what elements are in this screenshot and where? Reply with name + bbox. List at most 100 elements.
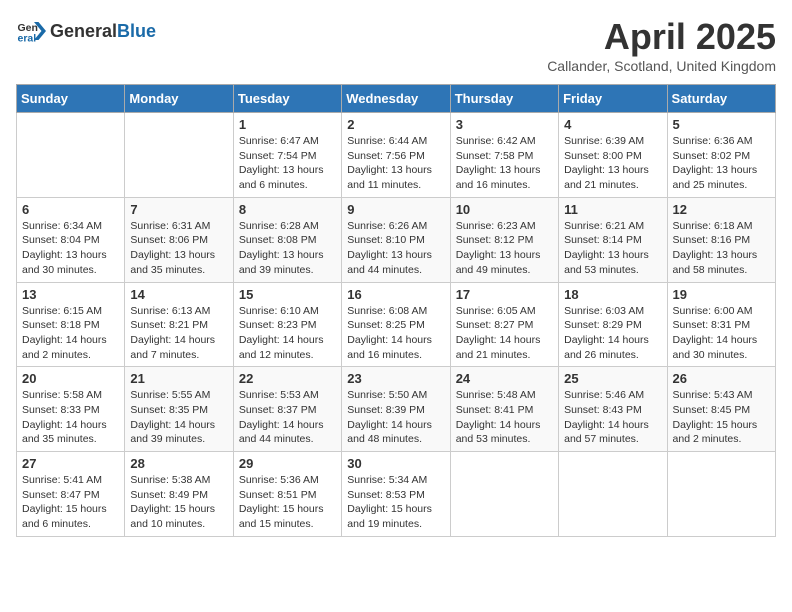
calendar-cell <box>17 113 125 198</box>
day-number: 14 <box>130 287 227 302</box>
day-number: 9 <box>347 202 444 217</box>
calendar-cell: 7 Sunrise: 6:31 AM Sunset: 8:06 PM Daylig… <box>125 197 233 282</box>
calendar-cell: 1Sunrise: 6:47 AM Sunset: 7:54 PM Daylig… <box>233 113 341 198</box>
calendar-row: 20Sunrise: 5:58 AM Sunset: 8:33 PM Dayli… <box>17 367 776 452</box>
day-info: Sunrise: 5:41 AM Sunset: 8:47 PM Dayligh… <box>22 473 119 532</box>
day-info: Sunrise: 6:36 AM Sunset: 8:02 PM Dayligh… <box>673 134 770 193</box>
day-number: 17 <box>456 287 553 302</box>
day-info: Sunrise: 6:21 AM Sunset: 8:14 PM Dayligh… <box>564 219 661 278</box>
calendar-cell: 24 Sunrise: 5:48 AM Sunset: 8:41 PM Dayli… <box>450 367 558 452</box>
location-subtitle: Callander, Scotland, United Kingdom <box>547 58 776 74</box>
day-info: Sunrise: 5:48 AM Sunset: 8:41 PM Dayligh… <box>456 388 553 447</box>
calendar-cell: 20Sunrise: 5:58 AM Sunset: 8:33 PM Dayli… <box>17 367 125 452</box>
calendar-cell: 21 Sunrise: 5:55 AM Sunset: 8:35 PM Dayli… <box>125 367 233 452</box>
day-info: Sunrise: 6:18 AM Sunset: 8:16 PM Dayligh… <box>673 219 770 278</box>
calendar-cell: 29 Sunrise: 5:36 AM Sunset: 8:51 PM Dayli… <box>233 452 341 537</box>
weekday-header-cell: Thursday <box>450 85 558 113</box>
logo-icon: Gen eral <box>16 16 46 46</box>
day-number: 25 <box>564 371 661 386</box>
day-number: 15 <box>239 287 336 302</box>
day-info: Sunrise: 6:03 AM Sunset: 8:29 PM Dayligh… <box>564 304 661 363</box>
calendar-cell: 19Sunrise: 6:00 AM Sunset: 8:31 PM Dayli… <box>667 282 775 367</box>
calendar-cell <box>450 452 558 537</box>
weekday-header-cell: Wednesday <box>342 85 450 113</box>
weekday-header-row: SundayMondayTuesdayWednesdayThursdayFrid… <box>17 85 776 113</box>
day-number: 20 <box>22 371 119 386</box>
weekday-header-cell: Tuesday <box>233 85 341 113</box>
calendar-cell: 9 Sunrise: 6:26 AM Sunset: 8:10 PM Daylig… <box>342 197 450 282</box>
calendar: SundayMondayTuesdayWednesdayThursdayFrid… <box>16 84 776 537</box>
calendar-cell: 2Sunrise: 6:44 AM Sunset: 7:56 PM Daylig… <box>342 113 450 198</box>
calendar-cell: 30Sunrise: 5:34 AM Sunset: 8:53 PM Dayli… <box>342 452 450 537</box>
day-number: 23 <box>347 371 444 386</box>
calendar-cell: 26 Sunrise: 5:43 AM Sunset: 8:45 PM Dayli… <box>667 367 775 452</box>
day-info: Sunrise: 6:10 AM Sunset: 8:23 PM Dayligh… <box>239 304 336 363</box>
day-number: 3 <box>456 117 553 132</box>
day-number: 7 <box>130 202 227 217</box>
day-info: Sunrise: 6:28 AM Sunset: 8:08 PM Dayligh… <box>239 219 336 278</box>
day-number: 19 <box>673 287 770 302</box>
calendar-cell <box>559 452 667 537</box>
day-info: Sunrise: 5:46 AM Sunset: 8:43 PM Dayligh… <box>564 388 661 447</box>
logo-text-blue: Blue <box>117 21 156 41</box>
day-info: Sunrise: 6:15 AM Sunset: 8:18 PM Dayligh… <box>22 304 119 363</box>
calendar-cell: 6 Sunrise: 6:34 AM Sunset: 8:04 PM Daylig… <box>17 197 125 282</box>
weekday-header-cell: Saturday <box>667 85 775 113</box>
day-info: Sunrise: 6:34 AM Sunset: 8:04 PM Dayligh… <box>22 219 119 278</box>
day-number: 27 <box>22 456 119 471</box>
calendar-cell: 15 Sunrise: 6:10 AM Sunset: 8:23 PM Dayli… <box>233 282 341 367</box>
calendar-cell: 4Sunrise: 6:39 AM Sunset: 8:00 PM Daylig… <box>559 113 667 198</box>
calendar-cell: 27 Sunrise: 5:41 AM Sunset: 8:47 PM Dayli… <box>17 452 125 537</box>
day-info: Sunrise: 6:31 AM Sunset: 8:06 PM Dayligh… <box>130 219 227 278</box>
day-info: Sunrise: 5:43 AM Sunset: 8:45 PM Dayligh… <box>673 388 770 447</box>
weekday-header-cell: Friday <box>559 85 667 113</box>
calendar-cell: 28 Sunrise: 5:38 AM Sunset: 8:49 PM Dayli… <box>125 452 233 537</box>
header: Gen eral GeneralBlue April 2025 Callande… <box>16 16 776 74</box>
calendar-row: 27 Sunrise: 5:41 AM Sunset: 8:47 PM Dayli… <box>17 452 776 537</box>
calendar-cell: 11 Sunrise: 6:21 AM Sunset: 8:14 PM Dayli… <box>559 197 667 282</box>
day-info: Sunrise: 5:36 AM Sunset: 8:51 PM Dayligh… <box>239 473 336 532</box>
calendar-cell: 22 Sunrise: 5:53 AM Sunset: 8:37 PM Dayli… <box>233 367 341 452</box>
day-number: 22 <box>239 371 336 386</box>
day-number: 6 <box>22 202 119 217</box>
day-number: 5 <box>673 117 770 132</box>
calendar-cell: 17 Sunrise: 6:05 AM Sunset: 8:27 PM Dayli… <box>450 282 558 367</box>
day-number: 8 <box>239 202 336 217</box>
calendar-cell: 16Sunrise: 6:08 AM Sunset: 8:25 PM Dayli… <box>342 282 450 367</box>
day-number: 12 <box>673 202 770 217</box>
calendar-row: 1Sunrise: 6:47 AM Sunset: 7:54 PM Daylig… <box>17 113 776 198</box>
day-number: 11 <box>564 202 661 217</box>
day-info: Sunrise: 6:05 AM Sunset: 8:27 PM Dayligh… <box>456 304 553 363</box>
day-info: Sunrise: 5:55 AM Sunset: 8:35 PM Dayligh… <box>130 388 227 447</box>
day-number: 21 <box>130 371 227 386</box>
calendar-cell: 8 Sunrise: 6:28 AM Sunset: 8:08 PM Daylig… <box>233 197 341 282</box>
calendar-cell <box>125 113 233 198</box>
day-number: 29 <box>239 456 336 471</box>
calendar-cell: 10Sunrise: 6:23 AM Sunset: 8:12 PM Dayli… <box>450 197 558 282</box>
day-number: 30 <box>347 456 444 471</box>
day-number: 1 <box>239 117 336 132</box>
day-number: 28 <box>130 456 227 471</box>
calendar-row: 6 Sunrise: 6:34 AM Sunset: 8:04 PM Daylig… <box>17 197 776 282</box>
calendar-row: 13 Sunrise: 6:15 AM Sunset: 8:18 PM Dayli… <box>17 282 776 367</box>
day-number: 13 <box>22 287 119 302</box>
calendar-body: 1Sunrise: 6:47 AM Sunset: 7:54 PM Daylig… <box>17 113 776 537</box>
day-number: 26 <box>673 371 770 386</box>
day-info: Sunrise: 5:53 AM Sunset: 8:37 PM Dayligh… <box>239 388 336 447</box>
calendar-cell: 5 Sunrise: 6:36 AM Sunset: 8:02 PM Daylig… <box>667 113 775 198</box>
day-info: Sunrise: 5:38 AM Sunset: 8:49 PM Dayligh… <box>130 473 227 532</box>
month-title: April 2025 <box>547 16 776 58</box>
day-number: 18 <box>564 287 661 302</box>
day-info: Sunrise: 6:26 AM Sunset: 8:10 PM Dayligh… <box>347 219 444 278</box>
day-info: Sunrise: 5:50 AM Sunset: 8:39 PM Dayligh… <box>347 388 444 447</box>
calendar-cell: 3Sunrise: 6:42 AM Sunset: 7:58 PM Daylig… <box>450 113 558 198</box>
logo: Gen eral GeneralBlue <box>16 16 156 46</box>
calendar-cell: 23 Sunrise: 5:50 AM Sunset: 8:39 PM Dayli… <box>342 367 450 452</box>
calendar-cell: 18 Sunrise: 6:03 AM Sunset: 8:29 PM Dayli… <box>559 282 667 367</box>
calendar-cell: 12 Sunrise: 6:18 AM Sunset: 8:16 PM Dayli… <box>667 197 775 282</box>
day-number: 24 <box>456 371 553 386</box>
logo-text-general: General <box>50 21 117 41</box>
weekday-header-cell: Monday <box>125 85 233 113</box>
day-number: 10 <box>456 202 553 217</box>
day-info: Sunrise: 6:13 AM Sunset: 8:21 PM Dayligh… <box>130 304 227 363</box>
